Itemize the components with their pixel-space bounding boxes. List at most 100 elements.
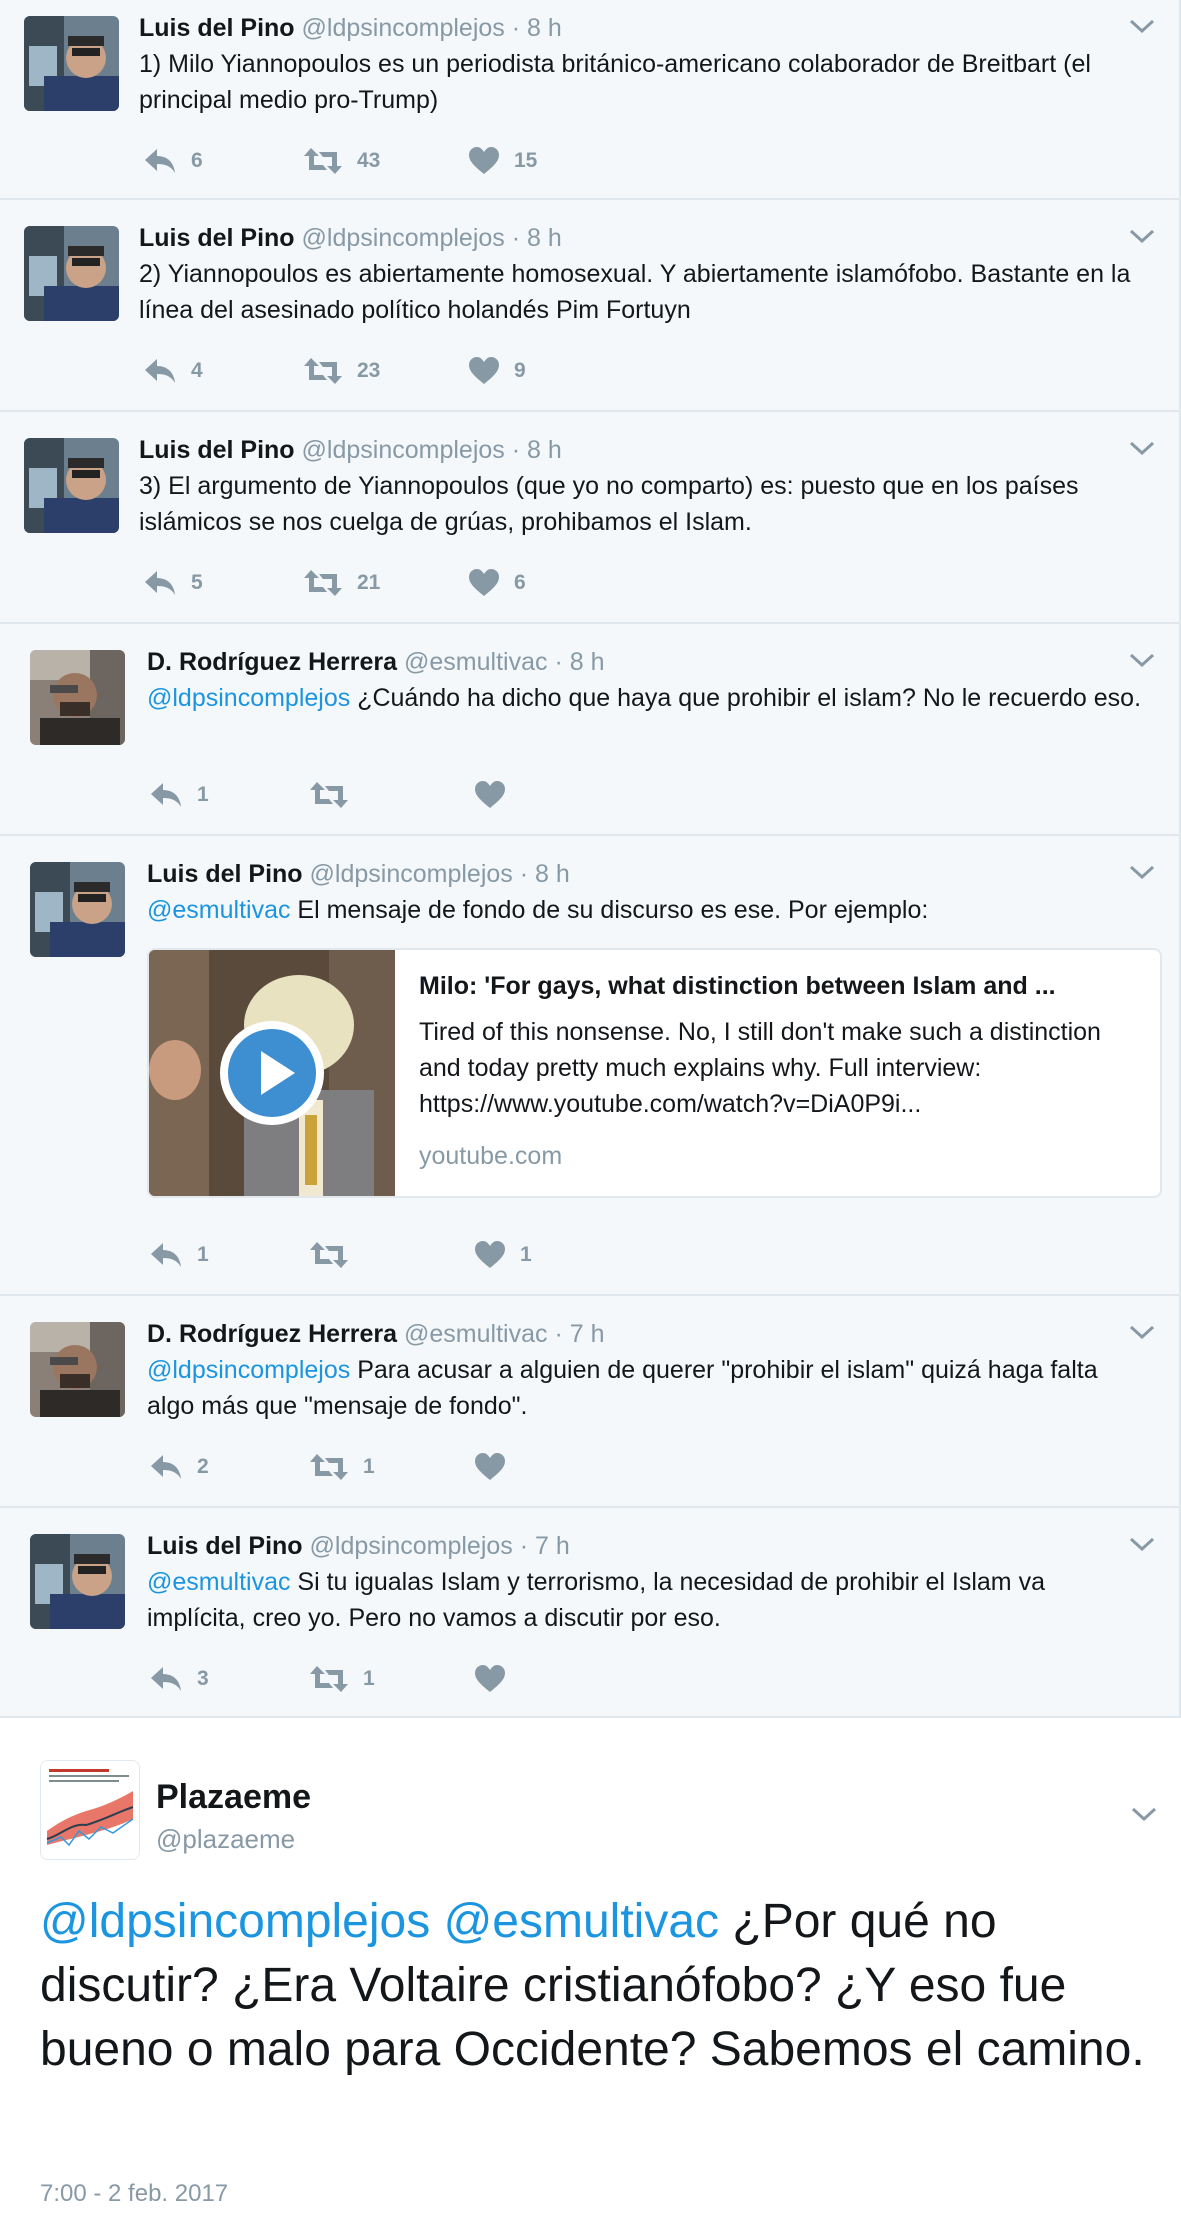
tweet-timestamp[interactable]: 8 h — [527, 14, 562, 42]
reply-button[interactable]: 3 — [149, 1662, 209, 1696]
like-button[interactable] — [474, 778, 520, 812]
heart-icon — [469, 357, 499, 384]
retweet-button[interactable]: 23 — [303, 354, 380, 388]
retweet-icon — [310, 782, 348, 808]
tweet-timestamp[interactable]: 7 h — [535, 1532, 570, 1560]
author-name[interactable]: Luis del Pino — [147, 860, 303, 888]
chevron-down-icon[interactable] — [1127, 862, 1157, 882]
reply-button[interactable]: 6 — [143, 144, 203, 178]
reply-button[interactable]: 5 — [143, 566, 203, 600]
chevron-down-icon[interactable] — [1127, 1534, 1157, 1554]
separator: · — [554, 1320, 563, 1348]
tweet[interactable]: Luis del Pino @ldpsincomplejos · 8 h @es… — [0, 836, 1179, 1296]
author-name[interactable]: D. Rodríguez Herrera — [147, 648, 397, 676]
retweet-button[interactable]: 21 — [303, 566, 380, 600]
mention-link[interactable]: @ldpsincomplejos — [40, 1895, 430, 1948]
reply-count: 1 — [197, 783, 209, 806]
chevron-down-icon[interactable] — [1127, 16, 1157, 36]
tweet-date[interactable]: 7:00 - 2 feb. 2017 — [40, 2180, 228, 2208]
retweet-button[interactable]: 1 — [309, 1450, 375, 1484]
like-button[interactable]: 15 — [468, 144, 537, 178]
separator: · — [511, 14, 521, 42]
tweet-timestamp[interactable]: 7 h — [570, 1320, 605, 1348]
retweet-icon — [304, 358, 342, 384]
author-name[interactable]: Luis del Pino — [139, 14, 295, 42]
author-handle[interactable]: @ldpsincomplejos — [302, 224, 505, 252]
avatar[interactable] — [30, 862, 125, 957]
like-button[interactable]: 9 — [468, 354, 526, 388]
tweet-timestamp[interactable]: 8 h — [570, 648, 605, 676]
tweet-text: @ldpsincomplejos ¿Cuándo ha dicho que ha… — [147, 684, 1142, 712]
avatar[interactable] — [30, 1534, 125, 1629]
tweet-timestamp[interactable]: 8 h — [527, 436, 562, 464]
author-handle[interactable]: @plazaeme — [156, 1824, 295, 1855]
separator: · — [511, 224, 521, 252]
author-name[interactable]: Luis del Pino — [147, 1532, 303, 1560]
reply-icon — [151, 1667, 181, 1691]
conversation-thread: Luis del Pino @ldpsincomplejos · 8 h 1) … — [0, 0, 1181, 1718]
tweet[interactable]: Luis del Pino @ldpsincomplejos · 7 h @es… — [0, 1508, 1179, 1718]
chevron-down-icon[interactable] — [1127, 438, 1157, 458]
mention-link[interactable]: @esmultivac — [444, 1895, 719, 1948]
like-button[interactable] — [474, 1450, 520, 1484]
author-name[interactable]: Luis del Pino — [139, 436, 295, 464]
avatar[interactable] — [24, 16, 119, 111]
mention-link[interactable]: @esmultivac — [147, 1568, 290, 1596]
tweet[interactable]: Luis del Pino @ldpsincomplejos · 8 h 2) … — [0, 200, 1179, 412]
mention-link[interactable]: @esmultivac — [147, 896, 290, 924]
author-handle[interactable]: @esmultivac — [404, 1320, 547, 1348]
tweet-timestamp[interactable]: 8 h — [527, 224, 562, 252]
author-name[interactable]: D. Rodríguez Herrera — [147, 1320, 397, 1348]
avatar[interactable] — [24, 226, 119, 321]
video-thumbnail[interactable] — [149, 950, 395, 1196]
reply-count: 2 — [197, 1455, 209, 1478]
tweet[interactable]: D. Rodríguez Herrera @esmultivac · 7 h @… — [0, 1296, 1179, 1508]
avatar[interactable] — [30, 650, 125, 745]
mention-link[interactable]: @ldpsincomplejos — [147, 1356, 350, 1384]
tweet[interactable]: Luis del Pino @ldpsincomplejos · 8 h 1) … — [0, 0, 1179, 200]
tweet-timestamp[interactable]: 8 h — [535, 860, 570, 888]
retweet-button[interactable] — [309, 1238, 363, 1272]
author-handle[interactable]: @esmultivac — [404, 648, 547, 676]
like-count: 9 — [514, 359, 526, 382]
mention-link[interactable]: @ldpsincomplejos — [147, 684, 350, 712]
author-name[interactable]: Plazaeme — [156, 1778, 311, 1817]
avatar[interactable] — [40, 1760, 140, 1860]
avatar[interactable] — [30, 1322, 125, 1417]
reply-button[interactable]: 1 — [149, 1238, 209, 1272]
reply-count: 1 — [197, 1243, 209, 1266]
like-button[interactable]: 1 — [474, 1238, 532, 1272]
retweet-button[interactable]: 1 — [309, 1662, 375, 1696]
tweet[interactable]: Luis del Pino @ldpsincomplejos · 8 h 3) … — [0, 412, 1179, 624]
chevron-down-icon[interactable] — [1127, 650, 1157, 670]
reply-button[interactable]: 4 — [143, 354, 203, 388]
reply-count: 3 — [197, 1667, 209, 1690]
chevron-down-icon[interactable] — [1127, 1322, 1157, 1342]
separator: · — [519, 860, 529, 888]
like-button[interactable] — [474, 1662, 520, 1696]
chevron-down-icon[interactable] — [1129, 1804, 1159, 1824]
author-handle[interactable]: @ldpsincomplejos — [310, 860, 513, 888]
author-name[interactable]: Luis del Pino — [139, 224, 295, 252]
reply-button[interactable]: 2 — [149, 1450, 209, 1484]
retweet-count: 21 — [357, 571, 381, 594]
separator: · — [554, 648, 563, 676]
like-button[interactable]: 6 — [468, 566, 526, 600]
avatar[interactable] — [24, 438, 119, 533]
retweet-button[interactable]: 43 — [303, 144, 380, 178]
chevron-down-icon[interactable] — [1127, 226, 1157, 246]
card-title[interactable]: Milo: 'For gays, what distinction betwee… — [419, 972, 1139, 1001]
retweet-count: 23 — [357, 359, 381, 382]
author-handle[interactable]: @ldpsincomplejos — [310, 1532, 513, 1560]
heart-icon — [475, 1665, 505, 1692]
reply-button[interactable]: 1 — [149, 778, 209, 812]
tweet[interactable]: D. Rodríguez Herrera @esmultivac · 8 h @… — [0, 624, 1179, 836]
author-handle[interactable]: @ldpsincomplejos — [302, 436, 505, 464]
card-description: Tired of this nonsense. No, I still don'… — [419, 1018, 1101, 1118]
retweet-button[interactable] — [309, 778, 363, 812]
play-icon[interactable] — [217, 1018, 327, 1128]
tweet-text: 2) Yiannopoulos es abiertamente homosexu… — [139, 260, 1131, 324]
like-count: 6 — [514, 571, 526, 594]
link-card[interactable]: Milo: 'For gays, what distinction betwee… — [147, 948, 1162, 1198]
author-handle[interactable]: @ldpsincomplejos — [302, 14, 505, 42]
